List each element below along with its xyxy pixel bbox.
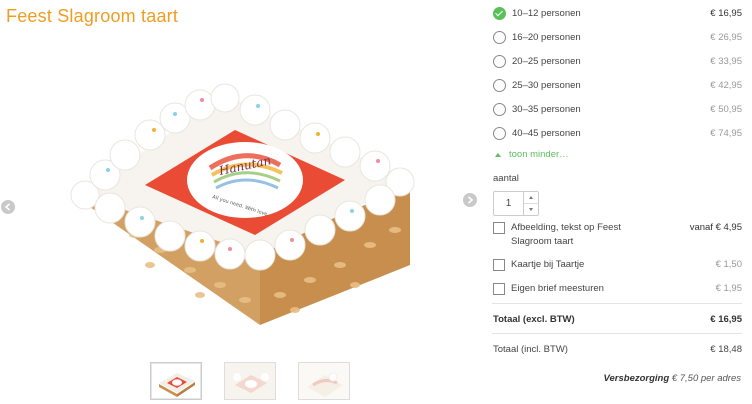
quantity-stepper[interactable]: 1: [493, 191, 539, 216]
previous-image-arrow-icon[interactable]: [1, 200, 15, 214]
radio-icon[interactable]: [493, 78, 506, 92]
option-kaartje[interactable]: Kaartje bij Taartje € 1,50: [492, 258, 742, 272]
radio-icon[interactable]: [493, 30, 506, 44]
quantity-increase-button[interactable]: [524, 192, 538, 203]
size-option-30-35[interactable]: 30–35 personen € 50,95: [492, 101, 742, 117]
caret-up-icon: [495, 152, 501, 157]
radio-icon[interactable]: [493, 126, 506, 140]
checkbox-icon[interactable]: [493, 222, 505, 234]
chevron-up-icon: [529, 196, 533, 199]
quantity-label: aantal: [493, 173, 519, 184]
radio-icon[interactable]: [493, 54, 506, 68]
size-option-25-30[interactable]: 25–30 personen € 42,95: [492, 77, 742, 93]
shipping-label: Versbezorging: [603, 373, 670, 384]
next-image-arrow-icon[interactable]: [463, 193, 477, 207]
option-eigen-brief[interactable]: Eigen brief meesturen € 1,95: [492, 282, 742, 296]
total-incl-label: Totaal (incl. BTW): [493, 344, 568, 355]
thumbnail-strip: [150, 362, 350, 400]
thumbnail-1[interactable]: [150, 362, 202, 400]
total-excl-row: Totaal (excl. BTW) € 16,95: [493, 314, 742, 325]
divider: [492, 333, 742, 334]
total-excl-value: € 16,95: [710, 314, 742, 325]
size-option-16-20[interactable]: 16–20 personen € 26,95: [492, 29, 742, 45]
total-incl-value: € 18,48: [710, 344, 742, 355]
shipping-info: Versbezorging € 7,50 per adres: [492, 373, 741, 384]
quantity-decrease-button[interactable]: [524, 203, 538, 215]
radio-checked-icon[interactable]: [493, 6, 506, 20]
thumbnail-3[interactable]: [298, 362, 350, 400]
option-afbeelding[interactable]: Afbeelding, tekst op Feest Slagroom taar…: [492, 221, 742, 249]
size-option-40-45[interactable]: 40–45 personen € 74,95: [492, 125, 742, 141]
quantity-value[interactable]: 1: [494, 192, 523, 215]
thumbnail-2[interactable]: [224, 362, 276, 400]
toon-minder-label: toon minder…: [509, 149, 569, 160]
checkbox-icon[interactable]: [493, 259, 505, 271]
checkbox-icon[interactable]: [493, 283, 505, 295]
total-incl-row: Totaal (incl. BTW) € 18,48: [493, 344, 742, 355]
product-title: Feest Slagroom taart: [6, 6, 179, 26]
toon-minder-link[interactable]: toon minder…: [495, 149, 569, 160]
radio-icon[interactable]: [493, 102, 506, 116]
total-excl-label: Totaal (excl. BTW): [493, 314, 575, 325]
divider: [492, 303, 742, 304]
size-option-20-25[interactable]: 20–25 personen € 33,95: [492, 53, 742, 69]
product-image: Hanutan All you need. With love.: [50, 40, 450, 340]
chevron-down-icon: [529, 208, 533, 211]
size-option-10-12[interactable]: 10–12 personen € 16,95: [492, 5, 742, 21]
shipping-value: € 7,50 per adres: [671, 373, 741, 384]
